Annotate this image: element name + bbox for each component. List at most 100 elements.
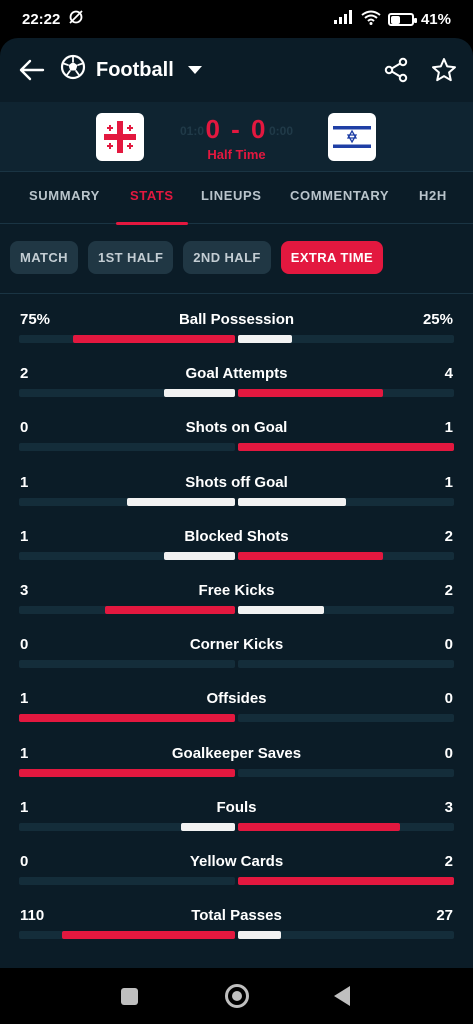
stat-away-value: 2 bbox=[444, 582, 453, 599]
home-circle-icon[interactable] bbox=[225, 984, 249, 1008]
stat-away-bar bbox=[238, 877, 454, 885]
stat-home-bar-track bbox=[19, 931, 235, 940]
stat-away-bar-track bbox=[238, 443, 454, 452]
stat-home-bar bbox=[164, 389, 235, 398]
wifi-icon bbox=[361, 10, 381, 29]
stat-name: Free Kicks bbox=[198, 582, 275, 599]
stat-away-bar bbox=[238, 822, 400, 831]
back-triangle-icon[interactable] bbox=[334, 986, 350, 1006]
chevron-down-icon bbox=[187, 66, 202, 74]
stat-name: Shots off Goal bbox=[185, 473, 288, 491]
stat-name: Total Passes bbox=[191, 907, 282, 925]
stat-away-bar-track bbox=[238, 389, 454, 398]
stat-away-bar-track bbox=[238, 714, 454, 723]
stat-row: 110 Total Passes 27 bbox=[0, 890, 473, 944]
stat-away-bar-track bbox=[238, 606, 454, 614]
stat-away-bar bbox=[238, 335, 292, 343]
tab-lineups[interactable]: LINEUPS bbox=[201, 172, 262, 224]
stat-home-bar bbox=[181, 822, 235, 831]
stat-away-value: 27 bbox=[436, 907, 453, 925]
stat-away-value: 0 bbox=[444, 636, 453, 654]
stat-home-bar bbox=[105, 606, 235, 614]
stat-name: Offsides bbox=[206, 690, 267, 708]
stat-row: 1 Goalkeeper Saves 0 bbox=[0, 728, 473, 782]
stat-away-value: 1 bbox=[444, 473, 453, 491]
filter-1st-half[interactable]: 1ST HALF bbox=[87, 241, 174, 274]
stat-away-bar bbox=[238, 389, 383, 398]
filter-extra-time[interactable]: EXTRA TIME bbox=[280, 241, 384, 274]
stat-away-value: 1 bbox=[444, 419, 453, 437]
stat-away-bar bbox=[238, 606, 324, 614]
stat-away-bar-track bbox=[238, 768, 454, 777]
stat-away-value: 2 bbox=[444, 853, 453, 870]
status-bar: 22:22 41% bbox=[0, 0, 473, 38]
stat-home-bar bbox=[19, 714, 235, 723]
stat-away-bar bbox=[238, 443, 454, 452]
stat-home-bar-track bbox=[19, 606, 235, 614]
stat-away-bar bbox=[238, 497, 346, 506]
match-score-bar[interactable]: 01:0 0 - 0 0:00 Half Time bbox=[0, 102, 473, 172]
stat-row: 1 Blocked Shots 2 bbox=[0, 511, 473, 565]
filter-match[interactable]: MATCH bbox=[10, 241, 78, 274]
stat-home-bar bbox=[62, 931, 235, 940]
star-icon[interactable] bbox=[429, 55, 459, 85]
stat-home-bar-track bbox=[19, 389, 235, 398]
stat-name: Corner Kicks bbox=[189, 636, 284, 654]
battery-icon bbox=[387, 12, 417, 26]
stat-away-bar-track bbox=[238, 335, 454, 343]
away-team-flag[interactable] bbox=[328, 113, 376, 161]
stat-name: Goalkeeper Saves bbox=[171, 744, 302, 762]
stat-away-bar-track bbox=[238, 877, 454, 885]
stat-name: Ball Possession bbox=[178, 311, 295, 328]
stat-away-value: 0 bbox=[444, 690, 453, 708]
stat-home-bar bbox=[127, 497, 235, 506]
stat-home-bar bbox=[73, 335, 235, 343]
stat-row: 0 Yellow Cards 2 bbox=[0, 836, 473, 890]
stat-away-bar bbox=[238, 931, 281, 940]
stat-home-bar-track bbox=[19, 877, 235, 885]
tab-h2h[interactable]: H2H bbox=[419, 172, 447, 224]
app-screen: Football 01:0 0 - 0 0:00 Half Time SUMMA… bbox=[0, 38, 473, 968]
stat-row: 3 Free Kicks 2 bbox=[0, 565, 473, 619]
stat-away-bar-track bbox=[238, 551, 454, 560]
stat-row: 1 Shots off Goal 1 bbox=[0, 457, 473, 511]
stat-away-value: 25% bbox=[422, 311, 453, 328]
stat-home-bar-track bbox=[19, 714, 235, 723]
stat-home-bar-track bbox=[19, 497, 235, 506]
stat-name: Blocked Shots bbox=[184, 527, 289, 545]
next-score-ghost: 0:00 bbox=[269, 124, 294, 138]
stat-home-bar-track bbox=[19, 443, 235, 452]
stat-home-bar-track bbox=[19, 822, 235, 831]
stat-away-bar-track bbox=[238, 497, 454, 506]
stat-away-bar bbox=[238, 551, 383, 560]
stat-name: Goal Attempts bbox=[185, 365, 288, 383]
stat-row: 75% Ball Possession 25% bbox=[0, 294, 473, 348]
tab-stats[interactable]: STATS bbox=[116, 172, 188, 225]
stat-name: Fouls bbox=[216, 798, 257, 816]
stat-away-bar-track bbox=[238, 822, 454, 831]
system-nav-bar bbox=[0, 968, 473, 1024]
share-icon[interactable] bbox=[381, 55, 411, 85]
tab-commentary[interactable]: COMMENTARY bbox=[290, 172, 389, 224]
battery-level: 41% bbox=[420, 10, 451, 28]
stat-row: 2 Goal Attempts 4 bbox=[0, 348, 473, 402]
status-time: 22:22 bbox=[22, 10, 61, 28]
stat-home-bar-track bbox=[19, 768, 235, 777]
recents-square-icon[interactable] bbox=[121, 988, 138, 1005]
stat-name: Shots on Goal bbox=[185, 419, 288, 437]
stat-home-bar-track bbox=[19, 660, 235, 669]
stat-home-bar-track bbox=[19, 335, 235, 343]
signal-icon bbox=[333, 10, 354, 28]
stat-away-value: 4 bbox=[444, 365, 453, 383]
top-app-bar: Football bbox=[0, 38, 473, 102]
tab-summary[interactable]: SUMMARY bbox=[29, 172, 100, 224]
stat-home-bar-track bbox=[19, 551, 235, 560]
sport-selector[interactable]: Football bbox=[60, 54, 202, 86]
stat-away-bar-track bbox=[238, 660, 454, 669]
back-arrow-icon[interactable] bbox=[14, 52, 50, 88]
stat-row: 1 Offsides 0 bbox=[0, 673, 473, 727]
match-period: Half Time bbox=[207, 147, 266, 162]
filter-2nd-half[interactable]: 2ND HALF bbox=[183, 241, 271, 274]
period-filter-chips: MATCH 1ST HALF 2ND HALF EXTRA TIME bbox=[10, 241, 384, 274]
stat-home-bar bbox=[19, 768, 235, 777]
